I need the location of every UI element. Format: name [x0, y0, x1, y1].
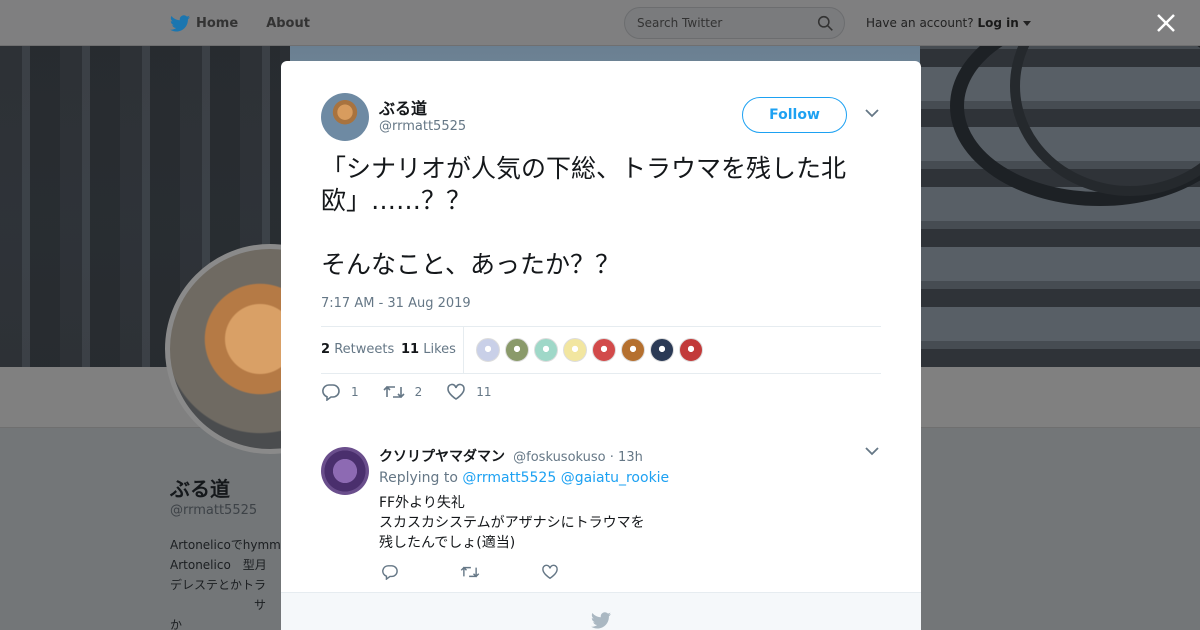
- like-action[interactable]: 11: [446, 383, 492, 401]
- bio-line: か: [170, 618, 183, 630]
- retweets-count: 2: [321, 342, 331, 357]
- bio-line: デレステとかトラ: [170, 578, 267, 592]
- reply-author-avatar[interactable]: [321, 447, 369, 495]
- twitter-bird-icon: [170, 14, 190, 31]
- nav-about-label: About: [266, 15, 310, 31]
- liker-avatars: [476, 338, 708, 362]
- search-box[interactable]: [624, 7, 845, 39]
- replying-to-label: Replying to: [379, 470, 458, 486]
- liker-avatar[interactable]: [505, 338, 529, 362]
- replying-to: Replying to @rrmatt5525 @gaiatu_rookie: [379, 470, 669, 486]
- account-prompt: Have an account?: [866, 16, 974, 30]
- retweets-stat[interactable]: 2 Retweets: [321, 342, 394, 357]
- chevron-down-icon[interactable]: [1022, 21, 1031, 27]
- likes-label: Likes: [423, 342, 456, 357]
- chevron-down-icon[interactable]: [865, 109, 879, 118]
- liker-avatar[interactable]: [679, 338, 703, 362]
- liker-avatar[interactable]: [563, 338, 587, 362]
- tweet-author-avatar[interactable]: [321, 93, 369, 141]
- tweet-text: 「シナリオが人気の下総、トラウマを残した北欧」……？？ そんなこと、あったか？？: [321, 154, 847, 279]
- tweet-modal: ぶる道 @rrmatt5525 Follow 「シナリオが人気の下総、トラウマを…: [281, 61, 921, 630]
- like-count: 11: [476, 385, 492, 399]
- tweet-actions: 1 2 11: [321, 383, 516, 401]
- nav-home-label: Home: [196, 15, 239, 31]
- reply-actions: [381, 564, 620, 584]
- retweet-icon[interactable]: [460, 564, 480, 584]
- profile-bio: Artonelicoでhymm Artonelico 型月 デレステとかトラ サ…: [170, 535, 282, 630]
- reply-text: FF外より失礼 スカスカシステムがアザナシにトラウマを 残したんでしょ(適当): [379, 495, 645, 551]
- nav-home[interactable]: Home: [170, 14, 239, 32]
- reply-author-handle[interactable]: @foskusokuso: [513, 450, 606, 465]
- reply-time[interactable]: · 13h: [610, 450, 643, 465]
- tweet-author-handle[interactable]: @rrmatt5525: [379, 119, 466, 134]
- tweet-author-name[interactable]: ぶる道: [379, 95, 427, 119]
- retweet-count: 2: [414, 385, 423, 399]
- account-area: Have an account? Log in: [866, 16, 1031, 30]
- retweet-action[interactable]: 2: [383, 384, 423, 400]
- follow-button[interactable]: Follow: [742, 97, 847, 133]
- heart-icon[interactable]: [541, 564, 559, 584]
- reply-author-name[interactable]: クソリプヤマダマン: [379, 449, 505, 465]
- mention-link[interactable]: @gaiatu_rookie: [561, 470, 670, 486]
- divider: [463, 327, 464, 373]
- likes-count: 11: [401, 342, 420, 357]
- top-nav: Home About Have an account? Log in: [0, 0, 1200, 46]
- retweet-icon: [383, 385, 405, 399]
- search-icon[interactable]: [817, 15, 834, 32]
- likes-stat[interactable]: 11 Likes: [401, 342, 456, 357]
- reply-count: 1: [351, 385, 359, 399]
- retweets-label: Retweets: [334, 342, 395, 357]
- modal-footer: [281, 592, 921, 630]
- login-link[interactable]: Log in: [977, 16, 1018, 30]
- bio-line: Artonelico 型月: [170, 558, 267, 572]
- search-input[interactable]: [637, 16, 807, 30]
- reply-icon[interactable]: [381, 564, 399, 584]
- profile-handle: @rrmatt5525: [170, 503, 258, 518]
- liker-avatar[interactable]: [476, 338, 500, 362]
- reply-header: クソリプヤマダマン @foskusokuso · 13h: [379, 446, 643, 466]
- close-icon[interactable]: [1155, 12, 1177, 34]
- liker-avatar[interactable]: [650, 338, 674, 362]
- profile-name: ぶる道: [170, 477, 230, 501]
- reply-action[interactable]: 1: [321, 383, 359, 401]
- bio-line: Artonelicoでhymm: [170, 538, 281, 552]
- tweet-timestamp[interactable]: 7:17 AM - 31 Aug 2019: [321, 296, 471, 311]
- tweet-stats: 2 Retweets 11 Likes: [321, 326, 881, 374]
- bio-line: サ: [170, 598, 267, 612]
- liker-avatar[interactable]: [621, 338, 645, 362]
- mention-link[interactable]: @rrmatt5525: [462, 470, 556, 486]
- liker-avatar[interactable]: [592, 338, 616, 362]
- nav-about[interactable]: About: [266, 16, 310, 31]
- heart-icon: [447, 383, 466, 400]
- reply-icon: [322, 384, 340, 401]
- chevron-down-icon[interactable]: [865, 447, 879, 456]
- liker-avatar[interactable]: [534, 338, 558, 362]
- twitter-bird-icon: [591, 612, 611, 629]
